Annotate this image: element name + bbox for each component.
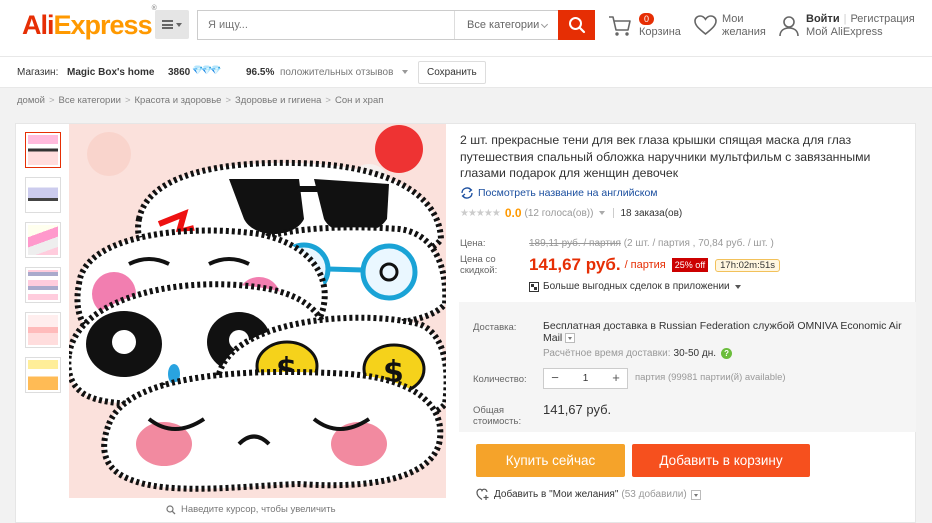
original-price: 189,11 руб. / партия (2 шт. / партия , 7…	[529, 238, 774, 249]
translate-title-link[interactable]: Посмотреть название на английском	[460, 187, 658, 199]
chevron-down-icon	[540, 20, 549, 29]
quantity-input[interactable]: 1	[566, 369, 605, 388]
shipping-method[interactable]: Бесплатная доставка в Russian Federation…	[543, 320, 913, 344]
quantity-increase-button[interactable]: +	[605, 369, 627, 388]
wishlist-label: Мои желания	[722, 13, 766, 38]
breadcrumb: домой > Все категории > Красота и здоровье > З…	[17, 95, 384, 106]
discount-price: 141,67 руб. / партия 25% off 17h:02m:51s	[529, 255, 781, 275]
breadcrumb-item[interactable]: Красота и здоровье	[135, 95, 222, 106]
search-input[interactable]	[198, 11, 454, 39]
countdown-timer: 17h:02m:51s	[715, 258, 781, 272]
breadcrumb-item[interactable]: Сон и храп	[335, 95, 383, 106]
orders-count: 18 заказа(ов)	[620, 207, 683, 219]
search-icon	[568, 17, 585, 34]
thumbnail[interactable]	[25, 357, 61, 393]
caret-down-icon	[734, 284, 741, 289]
caret-down-icon	[599, 211, 606, 215]
store-score: 3860	[168, 67, 191, 78]
quantity-stepper: − 1 +	[543, 368, 628, 389]
cart-link[interactable]: 0 Корзина	[608, 12, 683, 42]
add-to-cart-button[interactable]: Добавить в корзину	[632, 444, 810, 477]
availability-text: партия (99981 партии(й) available)	[635, 372, 786, 383]
my-aliexpress-link[interactable]: Мой AliExpress	[806, 26, 883, 38]
product-title: 2 шт. прекрасные тени для век глаза крыш…	[460, 133, 871, 180]
heart-plus-icon	[476, 488, 489, 500]
signin-link[interactable]: Войти	[806, 13, 840, 25]
caret-down-icon	[176, 22, 182, 27]
categories-menu-button[interactable]	[155, 10, 189, 39]
total-price: 141,67 руб.	[543, 402, 612, 417]
shipping-section: Доставка: Бесплатная доставка в Russian …	[459, 302, 916, 432]
aliexpress-logo[interactable]: AliExpress®	[22, 5, 157, 41]
store-positive-pct: 96.5%	[246, 67, 275, 78]
top-header: AliExpress® Все категории 0 Корзина	[0, 0, 932, 56]
cart-label: Корзина	[639, 26, 681, 38]
quantity-decrease-button[interactable]: −	[544, 369, 566, 388]
product-card: $ $ Наведите курсор, чтобы увеличить 2 ш…	[15, 123, 916, 523]
magnifier-icon	[166, 504, 176, 514]
star-rating-icon: ★★★★★	[460, 207, 501, 219]
discount-price-label: Цена со скидкой:	[460, 254, 498, 276]
search-bar: Все категории	[197, 10, 595, 40]
quantity-label: Количество:	[473, 374, 527, 385]
price-label: Цена:	[460, 238, 486, 249]
cart-icon	[609, 16, 631, 36]
add-to-wishlist-link[interactable]: Добавить в "Мои желания" (53 добавили)	[476, 488, 701, 501]
breadcrumb-item[interactable]: Здоровье и гигиена	[235, 95, 321, 106]
store-bar: Магазин: Magic Box's home 3860 💎💎💎 96.5%…	[0, 56, 932, 88]
thumbnail-list	[25, 132, 61, 402]
caret-down-icon	[402, 70, 408, 74]
thumbnail[interactable]	[25, 222, 61, 258]
breadcrumb-item[interactable]: Все категории	[59, 95, 121, 106]
help-icon[interactable]: ?	[721, 348, 733, 359]
dropdown-arrow-icon[interactable]	[690, 489, 701, 500]
rating-votes[interactable]: (12 голоса(ов))	[525, 208, 594, 219]
product-main-image[interactable]: $ $	[69, 124, 446, 498]
qr-code-icon	[529, 281, 539, 292]
wishlist-count: (53 добавили)	[621, 489, 687, 500]
sleep-mask-illustration: $ $	[69, 124, 446, 498]
rating-value: 0.0	[504, 206, 522, 220]
thumbnail[interactable]	[25, 267, 61, 303]
rating-row: ★★★★★ 0.0 (12 голоса(ов)) 18 заказа(ов)	[460, 206, 682, 220]
user-icon	[779, 16, 799, 37]
shipping-label: Доставка:	[473, 322, 517, 333]
zoom-hint: Наведите курсор, чтобы увеличить	[166, 504, 336, 515]
search-category-select[interactable]: Все категории	[454, 11, 559, 39]
store-label: Магазин:	[17, 67, 59, 78]
thumbnail[interactable]	[25, 312, 61, 348]
buy-now-button[interactable]: Купить сейчас	[476, 444, 625, 477]
hamburger-icon	[162, 20, 173, 29]
thumbnail[interactable]	[25, 177, 61, 213]
wishlist-link[interactable]: Мои желания	[694, 12, 769, 42]
store-positive-label[interactable]: положительных отзывов	[280, 67, 393, 78]
discount-badge: 25% off	[671, 258, 709, 272]
app-deals-link[interactable]: Больше выгодных сделок в приложении	[529, 281, 741, 292]
breadcrumb-item[interactable]: домой	[17, 95, 45, 106]
discount-price-value: 141,67 руб.	[529, 255, 621, 274]
dropdown-arrow-icon	[565, 333, 576, 344]
store-name-link[interactable]: Magic Box's home	[67, 67, 154, 78]
delivery-time: Расчётное время доставки: 30-50 дн. ?	[543, 348, 733, 359]
save-store-button[interactable]: Сохранить	[418, 61, 486, 84]
register-link[interactable]: Регистрация	[850, 13, 914, 25]
heart-icon	[694, 15, 717, 36]
translate-icon	[461, 187, 473, 199]
thumbnail[interactable]	[25, 132, 61, 168]
cart-count-badge: 0	[639, 13, 655, 25]
total-label: Общая стоимость:	[473, 405, 522, 427]
store-rating-diamonds-icon: 💎💎💎	[192, 65, 222, 75]
search-button[interactable]	[558, 10, 595, 40]
account-area: Войти | Регистрация Мой AliExpress	[778, 12, 928, 42]
